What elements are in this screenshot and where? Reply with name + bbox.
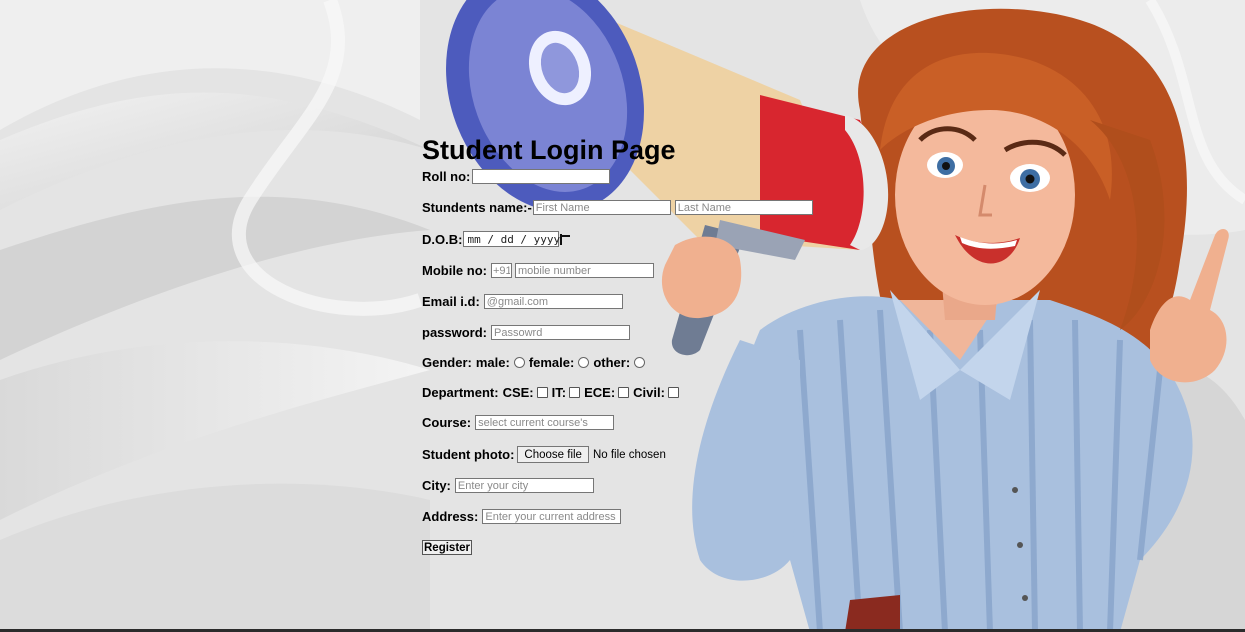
dept-it-checkbox[interactable] <box>569 387 581 398</box>
name-row: Stundents name:- <box>422 200 816 215</box>
email-input[interactable] <box>483 294 623 309</box>
student-form: Student Login Page Roll no: Stundents na… <box>422 134 813 555</box>
photo-label: Student photo: <box>422 447 515 462</box>
country-code-input[interactable] <box>491 263 512 278</box>
dob-date-input[interactable]: mm / dd / yyyy <box>463 231 571 247</box>
woman-megaphone-illustration <box>446 0 1229 632</box>
submit-row: Register <box>422 540 473 555</box>
department-row: Department: CSE: IT: ECE: Civil: <box>422 385 683 400</box>
gender-male-radio[interactable] <box>513 357 525 368</box>
email-label: Email i.d: <box>422 294 480 309</box>
gender-row: Gender: male: female: other: <box>422 355 649 370</box>
last-name-input[interactable] <box>674 200 813 215</box>
course-label: Course: <box>422 415 472 430</box>
dept-civil-label: Civil: <box>633 385 665 400</box>
address-label: Address: <box>422 509 479 524</box>
page-title: Student Login Page <box>422 135 676 165</box>
gender-other-label: other: <box>593 355 631 370</box>
dept-ece-label: ECE: <box>584 385 616 400</box>
choose-file-button[interactable]: Choose file <box>517 446 589 463</box>
email-row: Email i.d: <box>422 294 626 309</box>
mobile-row: Mobile no: <box>422 263 657 278</box>
course-row: Course: <box>422 415 617 430</box>
dept-cse-label: CSE: <box>502 385 534 400</box>
gender-female-radio[interactable] <box>578 357 590 368</box>
dept-ece-checkbox[interactable] <box>618 387 630 398</box>
password-input[interactable] <box>491 325 631 340</box>
password-label: password: <box>422 325 488 340</box>
dob-value: mm / dd / yyyy <box>467 232 561 246</box>
gender-label: Gender: <box>422 355 472 370</box>
course-input[interactable] <box>475 415 615 430</box>
department-label: Department: <box>422 385 499 400</box>
address-row: Address: <box>422 509 624 524</box>
city-input[interactable] <box>454 478 594 493</box>
password-row: password: <box>422 325 633 340</box>
first-name-input[interactable] <box>532 200 671 215</box>
roll-row: Roll no: <box>422 169 613 184</box>
name-label: Stundents name:- <box>422 200 532 215</box>
photo-row: Student photo: Choose file No file chose… <box>422 446 666 463</box>
dept-cse-checkbox[interactable] <box>536 387 548 398</box>
city-row: City: <box>422 478 597 493</box>
city-label: City: <box>422 478 451 493</box>
mobile-label: Mobile no: <box>422 263 487 278</box>
gender-other-radio[interactable] <box>634 357 646 368</box>
page: Student Login Page Roll no: Stundents na… <box>0 0 1245 632</box>
dept-it-label: IT: <box>551 385 567 400</box>
file-status: No file chosen <box>592 448 666 461</box>
gender-male-label: male: <box>475 355 510 370</box>
dob-label: D.O.B: <box>422 231 463 247</box>
gender-female-label: female: <box>528 355 575 370</box>
roll-input[interactable] <box>472 169 611 184</box>
address-input[interactable] <box>482 509 622 524</box>
dob-row: D.O.B: mm / dd / yyyy <box>422 231 571 247</box>
dept-civil-checkbox[interactable] <box>667 387 679 398</box>
calendar-icon[interactable] <box>560 233 571 245</box>
mobile-input[interactable] <box>515 263 654 278</box>
roll-label: Roll no: <box>422 169 471 184</box>
register-button[interactable]: Register <box>422 540 473 555</box>
